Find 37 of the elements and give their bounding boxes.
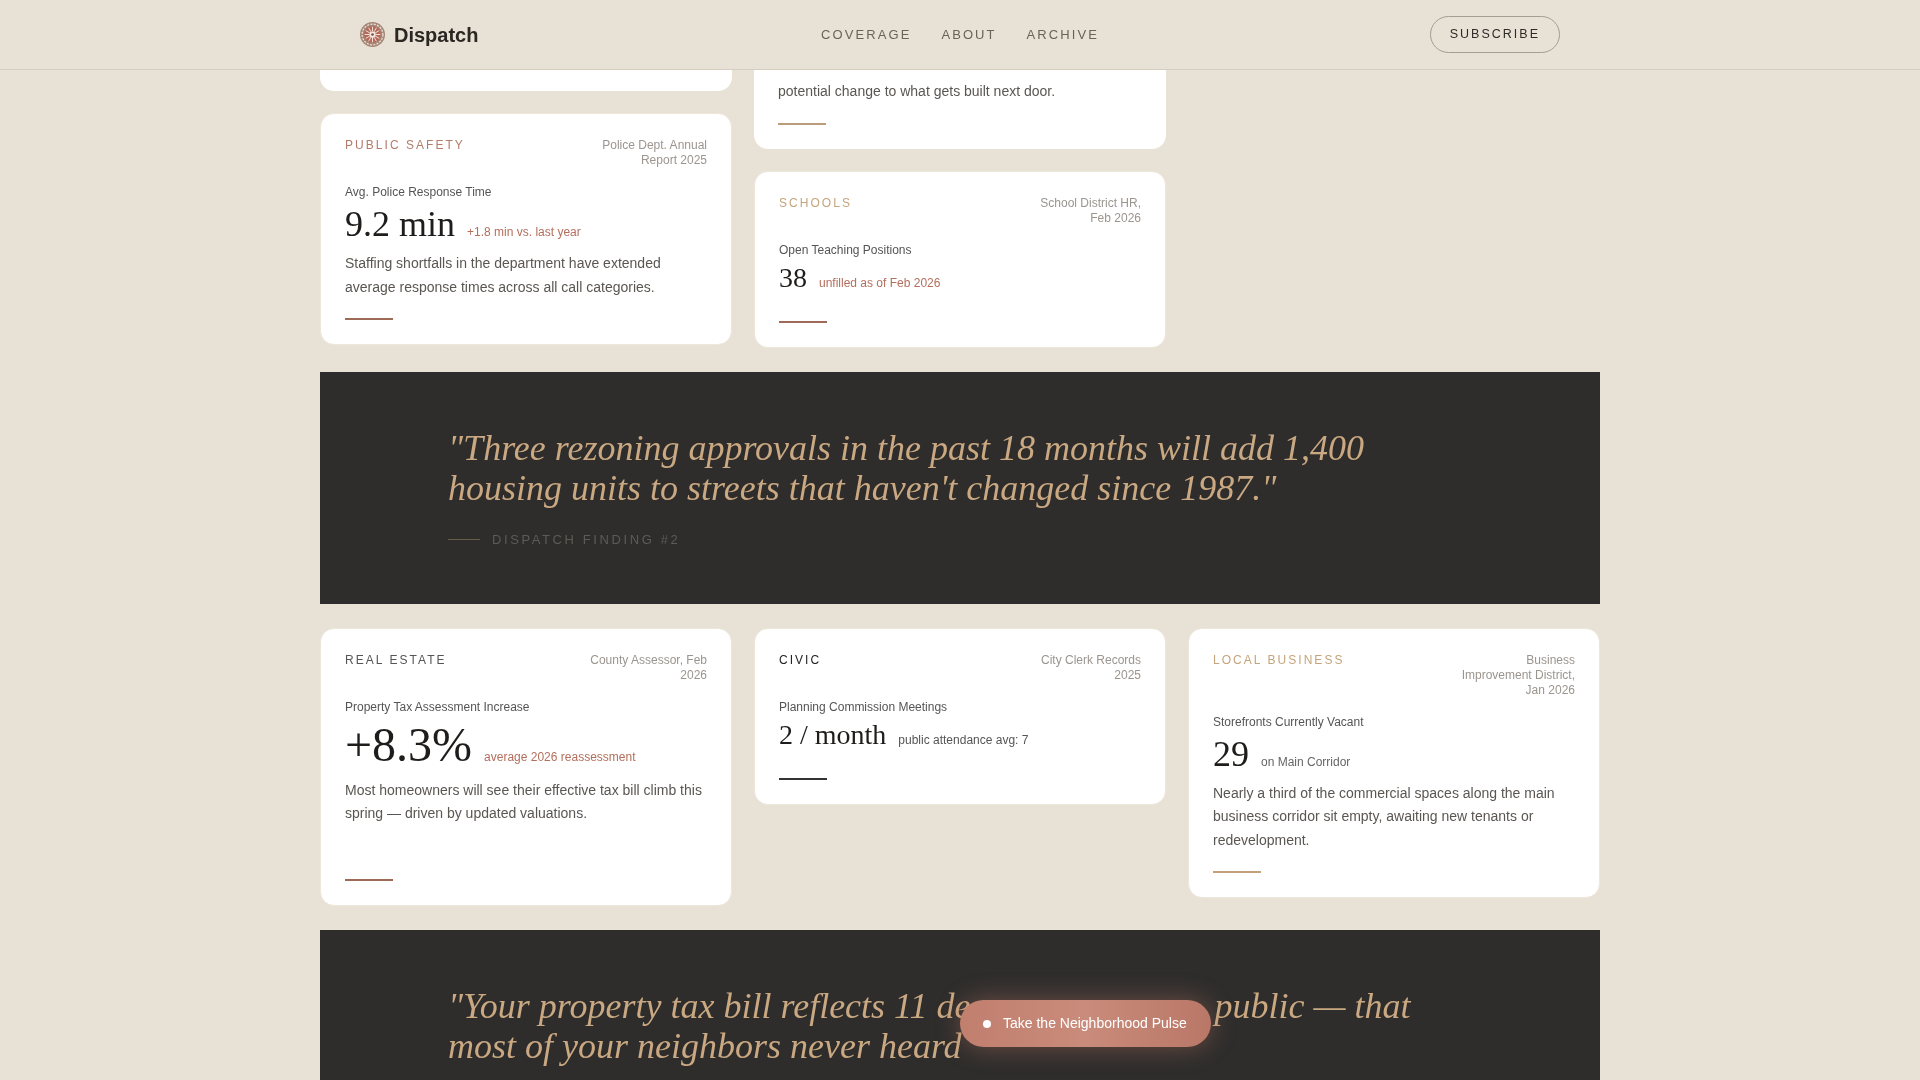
metric-note: unfilled as of Feb 2026 [819, 274, 941, 292]
logo-icon[interactable] [360, 22, 385, 47]
source-text: School District HR, Feb 2026 [1039, 195, 1141, 226]
card-description: potential change to what gets built next door. [778, 82, 1057, 101]
category-label: SCHOOLS [779, 195, 852, 211]
metric-label: Planning Commission Meetings [779, 698, 949, 715]
metric-note: on Main Corridor [1261, 753, 1351, 771]
nav-link[interactable]: ABOUT [941, 24, 997, 45]
source-text: County Assessor, Feb 2026 [589, 652, 707, 683]
metric-value: 9.2 min [345, 206, 455, 242]
metric-note: +1.8 min vs. last year [467, 224, 581, 241]
metric-label: Open Teaching Positions [779, 241, 913, 258]
source-text: Business Improvement District, Jan 2026 [1460, 652, 1575, 698]
pull-quote: most of your neighbors never heard [448, 1025, 962, 1066]
category-label: PUBLIC SAFETY [345, 138, 465, 153]
pull-quote: "Three rezoning approvals in the past 18 months will add 1,400 housing units to streets that haven't changed since 1987." [448, 427, 1366, 508]
category-label: REAL ESTATE [345, 652, 447, 668]
category-label: LOCAL BUSINESS [1213, 652, 1345, 668]
metric-note: average 2026 reassessment [484, 748, 636, 766]
metric-note: public attendance avg: 7 [898, 731, 1029, 749]
pull-quote: public — that [1214, 985, 1411, 1026]
card-description: Nearly a third of the commercial spaces along the main business corridor sit empty, awaiting new tenants or redevelopment. [1213, 783, 1556, 850]
category-label: CIVIC [779, 652, 822, 668]
metric-value: 38 [779, 263, 807, 292]
metric-label: Storefronts Currently Vacant [1213, 713, 1365, 730]
nav-link[interactable]: ARCHIVE [1026, 24, 1099, 45]
metric-value: 29 [1213, 735, 1249, 772]
site-title[interactable]: Dispatch [394, 19, 479, 50]
card-description: Staffing shortfalls in the department have extended average response times across all call categories. [345, 254, 662, 297]
source-text: City Clerk Records 2025 [1039, 652, 1141, 683]
card-description: Most homeowners will see their effective tax bill climb this spring — driven by updated valuations. [345, 780, 703, 823]
source-text: Police Dept. Annual Report 2025 [601, 138, 707, 168]
metric-value: +8.3% [345, 720, 473, 769]
metric-label: Property Tax Assessment Increase [345, 698, 531, 715]
metric-value: 2 / month [779, 720, 887, 749]
metric-label: Avg. Police Response Time [345, 184, 493, 200]
nav-link[interactable]: COVERAGE [821, 24, 912, 45]
